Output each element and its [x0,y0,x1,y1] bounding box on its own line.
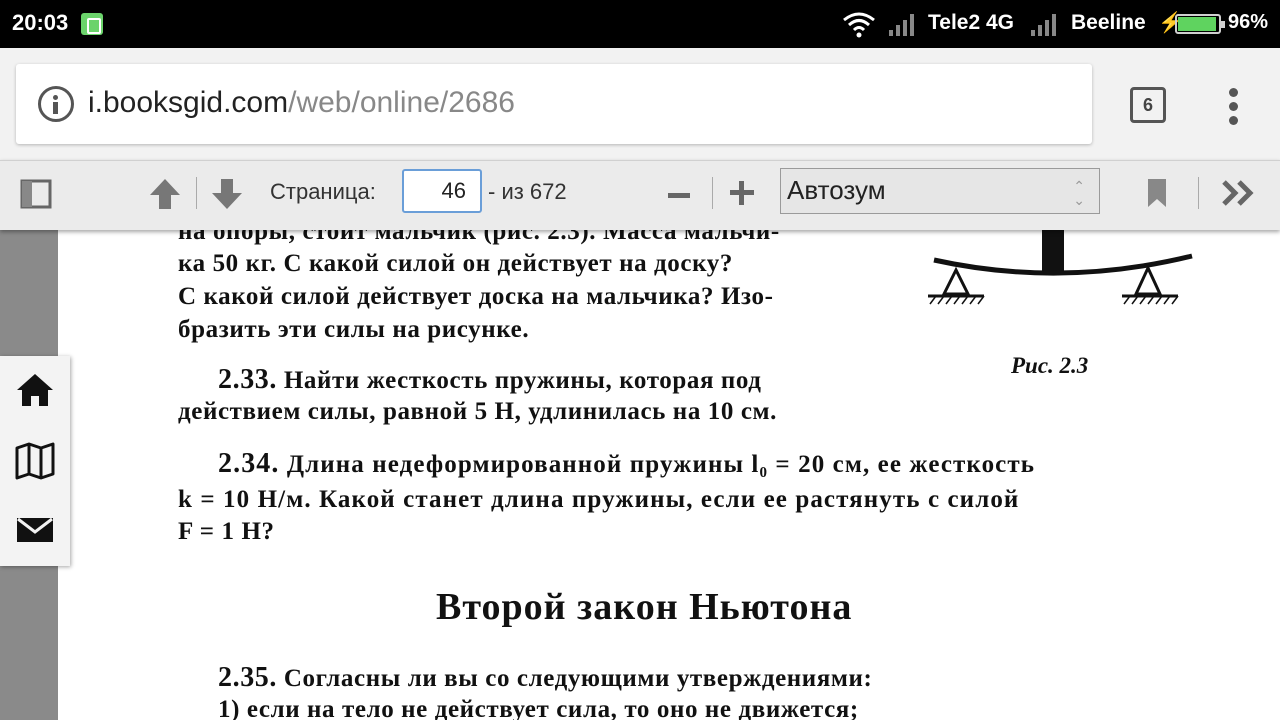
page-label: Страница: [270,179,376,204]
next-page-icon[interactable] [210,177,244,211]
text-line: на опоры, стоит мальчик (рис. 2.3). Масс… [178,230,780,245]
zoom-in-icon[interactable] [728,179,756,207]
toolbar-separator [196,177,197,209]
signal-icon [889,14,914,36]
bookmark-icon[interactable] [1146,177,1168,209]
problem-text: Согласны ли вы со следующими утверждения… [283,665,873,692]
signal-icon [1031,14,1056,36]
address-bar[interactable]: i.booksgid.com/web/online/2686 [16,64,1092,144]
tools-icon[interactable] [1222,179,1256,207]
mail-icon[interactable] [15,510,55,550]
text-line: ка 50 кг. С какой силой он действует на … [178,250,733,277]
browser-toolbar: i.booksgid.com/web/online/2686 6 [0,48,1280,160]
battery-icon [1175,14,1225,34]
figure-board-on-supports [928,230,1193,305]
url-host: i.booksgid.com [88,86,289,119]
text-line: k = 10 Н/м. Какой станет длина пружины, … [178,486,1020,513]
text-line: бразить эти силы на рисунке. [178,316,530,343]
previous-page-icon[interactable] [148,177,182,211]
text-line: 1) если на тело не действует сила, то он… [218,696,859,720]
wifi-icon [843,12,875,38]
toolbar-separator [712,177,713,209]
side-toolbar [0,356,70,566]
problem-number: 2.35. [218,662,277,693]
section-heading: Второй закон Ньютона [436,586,853,628]
sidebar-toggle-icon[interactable] [20,179,52,209]
url-text[interactable]: i.booksgid.com/web/online/2686 [88,86,515,120]
text-line: действием силы, равной 5 Н, удлинилась н… [178,398,777,425]
url-path: /web/online/2686 [288,86,515,119]
clock: 20:03 [12,10,69,35]
text-line: С какой силой действует доска на мальчик… [178,283,774,310]
figure-caption: Рис. 2.3 [1011,353,1089,378]
text-line: 2.33. Найти жесткость пружины, которая п… [218,364,762,396]
map-icon[interactable] [15,440,55,480]
toolbar-separator [1198,177,1199,209]
overflow-menu-icon[interactable] [1224,86,1244,126]
page-number-input[interactable]: 46 [402,169,482,213]
carrier-1-label: Tele2 4G [928,11,1014,34]
home-icon[interactable] [15,370,55,410]
notification-app-icon [81,13,103,35]
zoom-out-icon[interactable] [666,183,692,209]
battery-percent: 96% [1228,11,1269,33]
problem-number: 2.34. [218,448,280,479]
problem-text: Найти жесткость пружины, которая под [283,367,762,394]
battery-level-fill [1178,17,1216,31]
problem-text: Длина недеформированной пружины l₀ = 20 … [286,451,1036,478]
carrier-2-label: Beeline [1071,11,1146,34]
page-total: - из 672 [488,179,567,204]
document-page: на опоры, стоит мальчик (рис. 2.3). Масс… [58,230,1280,720]
select-arrow-icon: ⌃ ⌄ [1073,178,1085,208]
problem-number: 2.33. [218,364,277,395]
text-line: F = 1 Н? [178,518,275,545]
text-line: 2.34. Длина недеформированной пружины l₀… [218,448,1035,480]
zoom-select[interactable]: Автозум ⌃ ⌄ [780,168,1100,214]
zoom-value: Автозум [787,175,886,205]
status-bar: 20:03 Tele2 4G Beeline ⚡ 96% [0,0,1280,48]
pdf-toolbar: Страница: 46 - из 672 Автозум ⌃ ⌄ [0,160,1280,230]
info-icon[interactable] [38,86,74,122]
text-line: 2.35. Согласны ли вы со следующими утвер… [218,662,872,694]
tab-switcher-icon[interactable]: 6 [1130,87,1166,123]
